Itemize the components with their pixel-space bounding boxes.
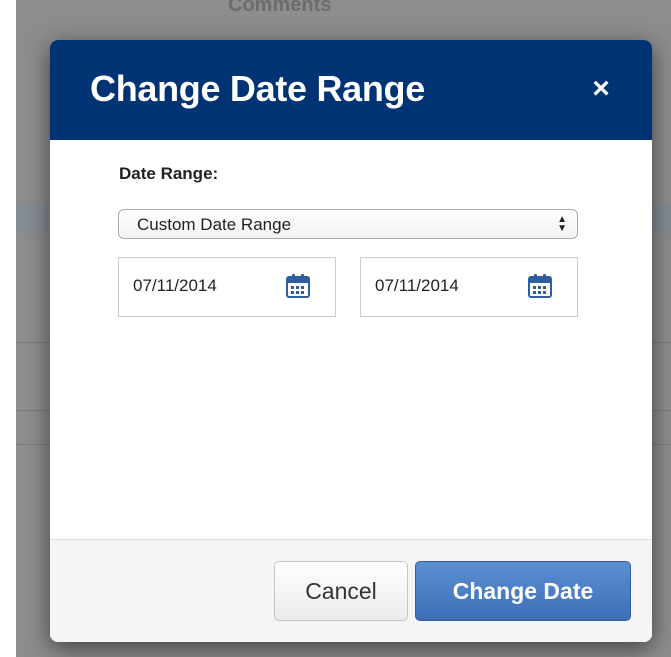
calendar-icon[interactable] (285, 273, 311, 299)
date-range-select-value: Custom Date Range (137, 215, 292, 234)
close-icon[interactable]: × (586, 74, 616, 104)
cancel-button[interactable]: Cancel (274, 561, 408, 621)
calendar-icon[interactable] (527, 273, 553, 299)
change-date-range-dialog: Change Date Range × Date Range: Custom D… (50, 40, 652, 642)
dialog-footer: Cancel Change Date (50, 539, 652, 642)
select-arrows-icon: ▲ ▼ (557, 214, 567, 234)
end-date-value: 07/11/2014 (375, 276, 459, 295)
end-date-input[interactable]: 07/11/2014 (360, 257, 578, 317)
date-range-select[interactable]: Custom Date Range ▲ ▼ (118, 209, 578, 239)
change-date-button[interactable]: Change Date (415, 561, 631, 621)
dialog-title: Change Date Range (90, 68, 425, 109)
date-range-label: Date Range: (119, 164, 219, 183)
background-heading: Comments (228, 0, 332, 16)
dialog-body: Date Range: Custom Date Range ▲ ▼ 07/11/2… (50, 140, 652, 540)
start-date-value: 07/11/2014 (133, 276, 217, 295)
start-date-input[interactable]: 07/11/2014 (118, 257, 336, 317)
dialog-header: Change Date Range × (50, 40, 652, 140)
